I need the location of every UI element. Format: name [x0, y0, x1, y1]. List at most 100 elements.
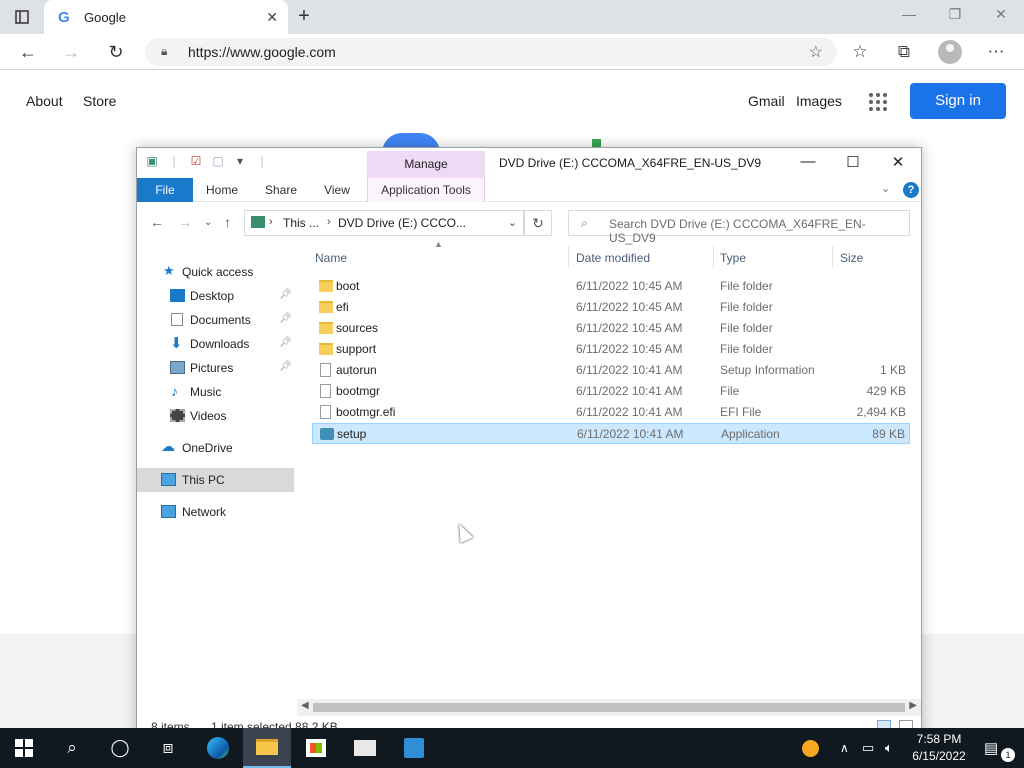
show-hidden-icons-icon[interactable]: ∧: [840, 728, 849, 768]
file-row-bootmgr-efi[interactable]: bootmgr.efi 6/11/2022 10:41 AM EFI File …: [312, 402, 910, 423]
file-date: 6/11/2022 10:41 AM: [577, 427, 684, 441]
file-row-sources[interactable]: sources 6/11/2022 10:45 AM File folder: [312, 318, 910, 339]
explorer-window-title: DVD Drive (E:) CCCOMA_X64FRE_EN-US_DV9: [499, 156, 762, 170]
expand-ribbon-icon[interactable]: ⌄: [881, 182, 890, 195]
nav-item-network[interactable]: Network: [137, 500, 294, 524]
mail-taskbar-icon[interactable]: [341, 728, 389, 768]
address-dropdown-icon[interactable]: ⌄: [508, 216, 517, 229]
explorer-close-icon[interactable]: ✕: [875, 153, 921, 171]
nav-item-pictures[interactable]: Pictures 📌︎: [137, 356, 294, 380]
images-link[interactable]: Images: [796, 93, 842, 109]
start-button[interactable]: [0, 728, 48, 768]
search-icon: ⌕: [581, 216, 588, 230]
edge-taskbar-icon[interactable]: [194, 728, 242, 768]
forward-icon[interactable]: →: [58, 40, 84, 64]
nav-item-videos[interactable]: Videos: [137, 404, 294, 428]
close-tab-icon[interactable]: ✕: [266, 9, 278, 26]
refresh-icon[interactable]: ↻: [103, 40, 129, 64]
drive-icon: [251, 216, 265, 228]
explorer-back-icon[interactable]: ←: [150, 214, 164, 230]
scrollbar-thumb[interactable]: [313, 703, 905, 712]
nav-item-documents[interactable]: Documents 📌︎: [137, 308, 294, 332]
profile-avatar[interactable]: [938, 40, 962, 64]
column-separator[interactable]: [568, 246, 569, 268]
manage-contextual-tab[interactable]: Manage: [367, 151, 485, 178]
column-separator[interactable]: [713, 246, 714, 268]
properties-icon[interactable]: ☑: [189, 154, 203, 168]
volume-muted-icon[interactable]: 🔈︎: [885, 728, 893, 768]
file-row-autorun[interactable]: autorun 6/11/2022 10:41 AM Setup Informa…: [312, 360, 910, 381]
add-favorite-icon[interactable]: ☆: [809, 42, 823, 62]
column-separator[interactable]: [832, 246, 833, 268]
scroll-left-icon[interactable]: ◀: [301, 700, 309, 711]
more-menu-icon[interactable]: ⋯: [982, 40, 1010, 64]
explorer-minimize-icon[interactable]: —: [785, 153, 831, 170]
store-link[interactable]: Store: [83, 93, 116, 109]
search-taskbar-icon[interactable]: ⌕: [48, 728, 96, 768]
setup-taskbar-icon[interactable]: [390, 728, 438, 768]
file-row-boot[interactable]: boot 6/11/2022 10:45 AM File folder: [312, 276, 910, 297]
system-clock[interactable]: 7:58 PM 6/15/2022: [908, 731, 970, 765]
restore-icon[interactable]: ❐: [932, 6, 978, 23]
toolbar-divider: |: [172, 154, 176, 168]
explorer-forward-icon[interactable]: →: [178, 214, 192, 230]
tray-app-icon[interactable]: [802, 728, 819, 768]
collections-icon[interactable]: ⧉: [890, 40, 918, 64]
nav-item-downloads[interactable]: ⬇ Downloads 📌︎: [137, 332, 294, 356]
file-row-support[interactable]: support 6/11/2022 10:45 AM File folder: [312, 339, 910, 360]
cortana-icon[interactable]: ◯: [96, 728, 144, 768]
breadcrumb-dvd-drive[interactable]: DVD Drive (E:) CCCO...: [338, 216, 466, 230]
new-folder-icon[interactable]: ▢: [211, 154, 225, 168]
nav-label: Music: [190, 385, 222, 399]
back-icon[interactable]: ←: [15, 40, 41, 64]
recent-locations-icon[interactable]: ⌄: [204, 217, 212, 228]
up-one-level-icon[interactable]: ↑: [224, 214, 231, 230]
google-apps-icon[interactable]: [869, 93, 887, 111]
gmail-link[interactable]: Gmail: [748, 93, 785, 109]
column-date-modified[interactable]: Date modified: [576, 251, 650, 271]
new-tab-icon[interactable]: +: [292, 5, 316, 29]
network-status-icon[interactable]: ▭: [862, 728, 874, 768]
explorer-maximize-icon[interactable]: ☐: [830, 153, 876, 171]
file-row-bootmgr[interactable]: bootmgr 6/11/2022 10:41 AM File 429 KB: [312, 381, 910, 402]
nav-item-this-pc[interactable]: This PC: [137, 468, 294, 492]
pin-icon: 📌︎: [279, 337, 292, 348]
nav-label: Downloads: [190, 337, 250, 351]
minimize-icon[interactable]: —: [886, 6, 932, 22]
nav-item-quick-access[interactable]: ★ Quick access: [137, 260, 294, 284]
help-icon[interactable]: ?: [903, 182, 919, 198]
tab-actions-icon[interactable]: [10, 7, 34, 27]
browser-tab-bar: G Google ✕ + — ❐ ✕: [0, 0, 1024, 34]
task-view-icon[interactable]: ⧈: [144, 728, 192, 768]
scroll-right-icon[interactable]: ▶: [909, 700, 917, 711]
file-row-efi[interactable]: efi 6/11/2022 10:45 AM File folder: [312, 297, 910, 318]
nav-item-desktop[interactable]: Desktop 📌︎: [137, 284, 294, 308]
sign-in-button[interactable]: Sign in: [910, 83, 1006, 119]
tab-home[interactable]: Home: [199, 178, 245, 202]
file-row-setup[interactable]: setup 6/11/2022 10:41 AM Application 89 …: [312, 423, 910, 444]
mail-icon: [354, 740, 376, 756]
horizontal-scrollbar[interactable]: ◀ ▶: [297, 699, 921, 716]
column-name[interactable]: Name: [315, 251, 347, 271]
explorer-refresh-icon[interactable]: ↻: [524, 210, 552, 236]
tab-application-tools[interactable]: Application Tools: [367, 178, 485, 202]
tab-file[interactable]: File: [137, 178, 193, 202]
tab-share[interactable]: Share: [259, 178, 303, 202]
column-size[interactable]: Size: [840, 251, 863, 271]
column-type[interactable]: Type: [720, 251, 746, 271]
about-link[interactable]: About: [26, 93, 63, 109]
file-explorer-taskbar-icon[interactable]: [243, 728, 291, 768]
nav-item-onedrive[interactable]: ☁ OneDrive: [137, 436, 294, 460]
action-center-icon[interactable]: ▤: [984, 728, 998, 768]
address-bar[interactable]: 🔒︎ https://www.google.com ☆: [145, 38, 837, 66]
customize-toolbar-icon[interactable]: ▾: [233, 154, 247, 168]
close-window-icon[interactable]: ✕: [978, 6, 1024, 23]
store-taskbar-icon[interactable]: [292, 728, 340, 768]
breadcrumb[interactable]: › This ... › DVD Drive (E:) CCCO... ⌄: [244, 210, 524, 236]
search-input[interactable]: ⌕ Search DVD Drive (E:) CCCOMA_X64FRE_EN…: [568, 210, 910, 245]
tab-view[interactable]: View: [317, 178, 357, 202]
nav-item-music[interactable]: ♪ Music: [137, 380, 294, 404]
browser-tab-google[interactable]: G Google ✕: [44, 0, 288, 34]
breadcrumb-this-pc[interactable]: This ...: [283, 216, 319, 230]
favorites-icon[interactable]: ☆: [846, 40, 874, 64]
